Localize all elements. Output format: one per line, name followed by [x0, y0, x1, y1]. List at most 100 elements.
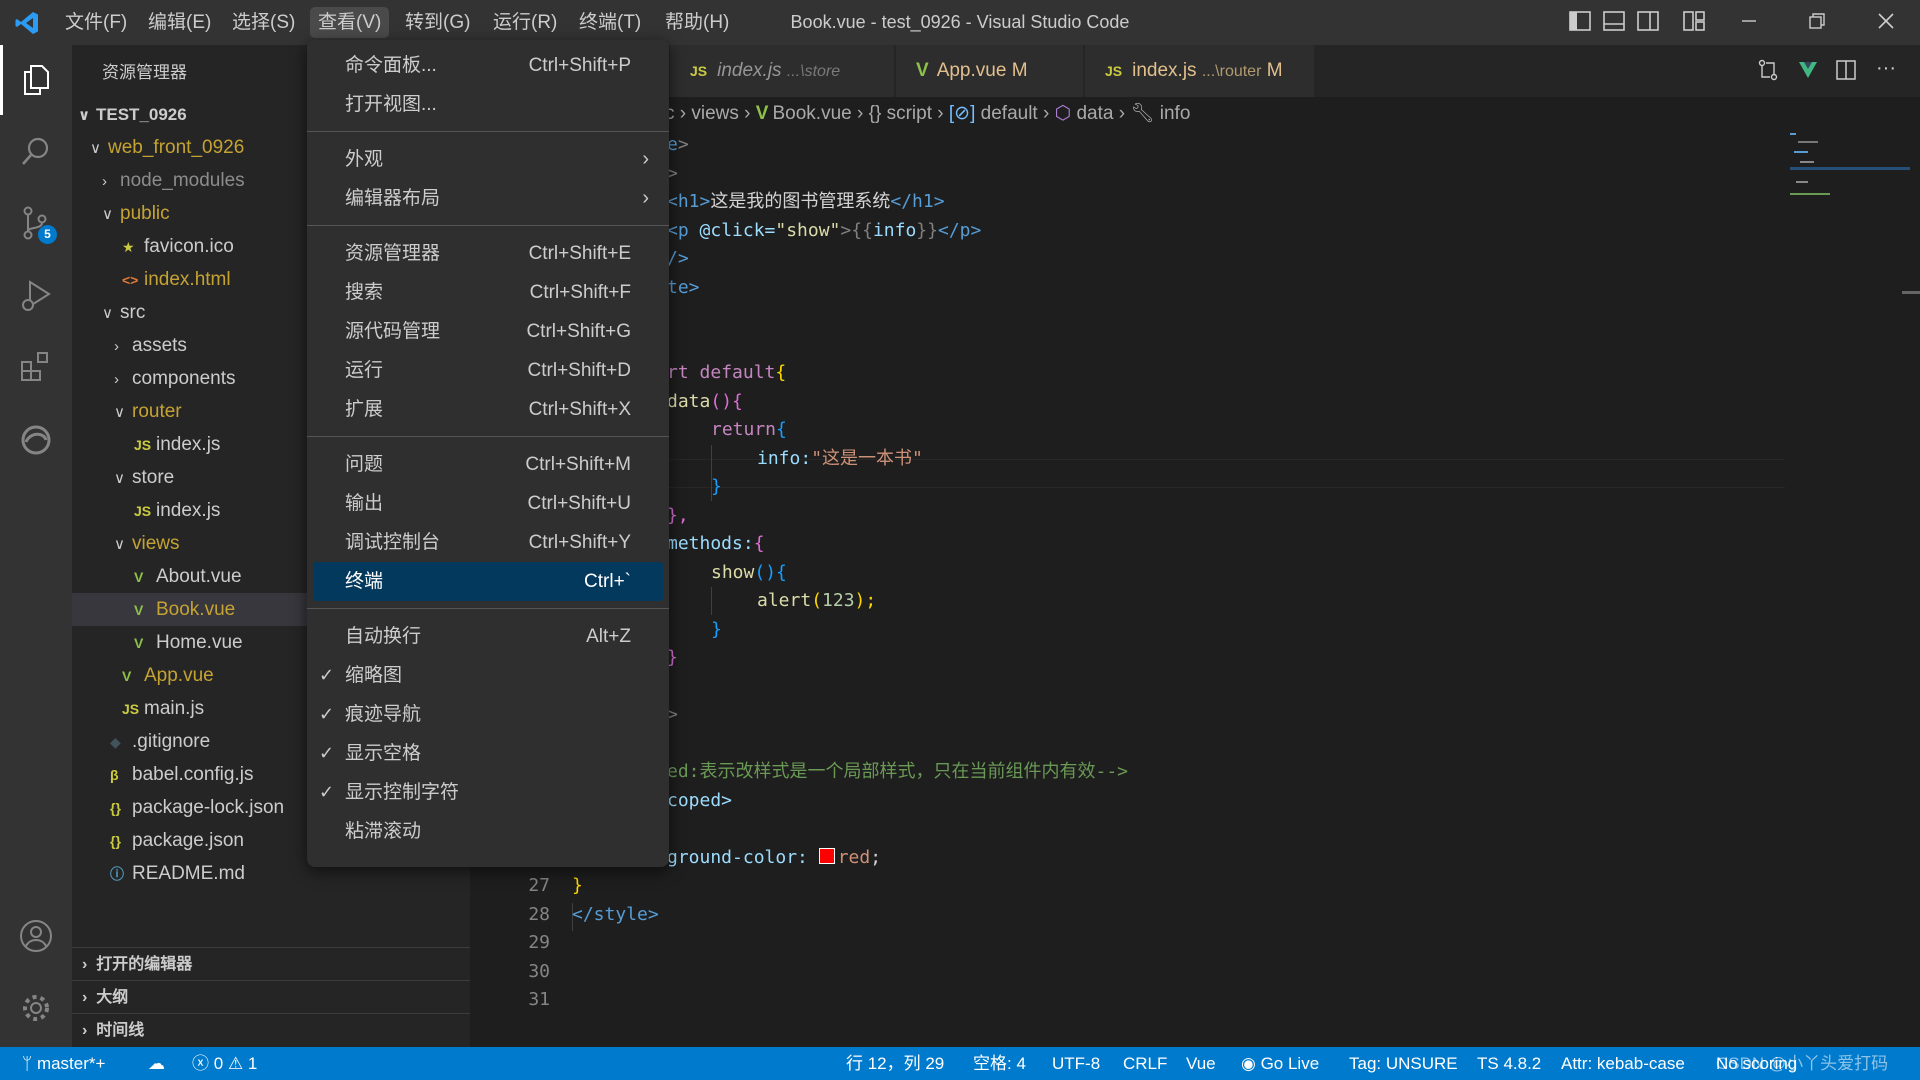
menu-item[interactable]: 终端 Ctrl+`: [313, 562, 663, 601]
menu-item-label: 缩略图: [345, 665, 403, 686]
minimize-icon[interactable]: [1737, 11, 1761, 33]
menu-item[interactable]: 调试控制台 Ctrl+Shift+Y: [313, 523, 663, 562]
menu-selection[interactable]: 选择(S): [224, 7, 303, 38]
menu-view[interactable]: 查看(V): [310, 7, 390, 38]
tab-index-js-store[interactable]: JS index.js ...\store: [670, 45, 895, 97]
more-actions-icon[interactable]: ···: [1874, 57, 1898, 79]
menu-item[interactable]: 自动换行 Alt+Z: [313, 617, 663, 656]
breadcrumb-info[interactable]: info: [1160, 103, 1191, 124]
explorer-header: 资源管理器: [102, 63, 187, 82]
code-line-14: },: [667, 504, 689, 526]
menu-item[interactable]: 资源管理器 Ctrl+Shift+E: [313, 234, 663, 273]
code-line-13: }: [711, 476, 722, 497]
breadcrumb-script[interactable]: script: [887, 103, 932, 124]
toggle-panel-icon[interactable]: [1602, 11, 1626, 33]
menu-terminal[interactable]: 终端(T): [571, 7, 649, 38]
menu-run[interactable]: 运行(R): [485, 7, 565, 38]
menu-item[interactable]: 问题 Ctrl+Shift+M: [313, 445, 663, 484]
menu-go[interactable]: 转到(G): [397, 7, 478, 38]
code-editor[interactable]: e> > <h1>这是我的图书管理系统</h1> <p @click="show…: [470, 131, 1920, 1047]
menu-item[interactable]: 扩展 Ctrl+Shift+X: [313, 390, 663, 429]
menu-item[interactable]: ✓ 显示控制字符: [313, 773, 663, 812]
menu-edit[interactable]: 编辑(E): [140, 7, 219, 38]
tag-status[interactable]: Tag: UNSURE: [1349, 1047, 1458, 1080]
html-file-icon: <>: [122, 272, 139, 288]
source-control-icon[interactable]: 5: [18, 205, 57, 244]
language-mode[interactable]: Vue: [1186, 1047, 1216, 1080]
customize-layout-icon[interactable]: [1682, 11, 1706, 33]
menu-item[interactable]: ✓ 显示空格: [313, 734, 663, 773]
tree-item-label: README.md: [132, 863, 245, 884]
menu-item[interactable]: ✓ 缩略图: [313, 656, 663, 695]
minimap[interactable]: [1790, 131, 1920, 231]
tab-index-js-router[interactable]: JS index.js ...\router M: [1085, 45, 1315, 97]
open-changes-icon[interactable]: [1756, 59, 1780, 81]
section-open-editors[interactable]: › 打开的编辑器: [72, 947, 470, 980]
modified-badge: M: [1266, 60, 1283, 81]
menu-help[interactable]: 帮助(H): [657, 7, 737, 38]
breadcrumb-file[interactable]: Book.vue: [772, 103, 851, 124]
color-swatch-red[interactable]: [818, 847, 835, 864]
attr-status[interactable]: Attr: kebab-case: [1561, 1047, 1685, 1080]
run-debug-icon[interactable]: [18, 277, 54, 313]
section-outline[interactable]: › 大纲: [72, 980, 470, 1013]
scm-badge: 5: [38, 225, 57, 244]
section-timeline[interactable]: › 时间线: [72, 1013, 470, 1046]
menu-item[interactable]: 粘滞滚动: [313, 812, 663, 851]
breadcrumb-views[interactable]: views: [691, 103, 739, 124]
breadcrumb-default[interactable]: default: [981, 103, 1038, 124]
section-label: 打开的编辑器: [96, 956, 193, 973]
menu-separator: [307, 601, 669, 617]
extensions-icon[interactable]: [18, 348, 54, 384]
menu-file[interactable]: 文件(F): [57, 7, 135, 38]
breadcrumb-data[interactable]: data: [1076, 103, 1113, 124]
ts-version[interactable]: TS 4.8.2: [1477, 1047, 1541, 1080]
tree-item-label: index.html: [144, 269, 231, 290]
menu-item-label: 显示控制字符: [345, 782, 460, 803]
error-count: 0: [213, 1054, 224, 1073]
menu-item[interactable]: 编辑器布局 ›: [313, 179, 663, 218]
close-icon[interactable]: [1874, 11, 1898, 33]
menu-item[interactable]: 源代码管理 Ctrl+Shift+G: [313, 312, 663, 351]
vue-file-icon: V: [122, 668, 132, 684]
menu-item-shortcut: Ctrl+Shift+X: [528, 399, 631, 420]
settings-gear-icon[interactable]: [18, 990, 54, 1026]
menu-item[interactable]: 运行 Ctrl+Shift+D: [313, 351, 663, 390]
menu-item[interactable]: 输出 Ctrl+Shift+U: [313, 484, 663, 523]
menu-separator: [307, 218, 669, 234]
code-line-12: info:"这是一本书": [757, 447, 923, 469]
submenu-chevron-icon: ›: [642, 187, 649, 209]
split-editor-icon[interactable]: [1834, 59, 1858, 81]
variable-icon: [⊘]: [948, 103, 976, 124]
code-line-18: }: [711, 618, 722, 640]
menu-item[interactable]: 打开视图...: [313, 85, 663, 124]
explorer-icon[interactable]: [18, 62, 54, 98]
tree-item-label: public: [120, 203, 170, 224]
problems-status[interactable]: ⓧ 0 ⚠ 1: [192, 1047, 257, 1080]
chevron-right-icon: ›: [114, 338, 119, 355]
sync-icon[interactable]: ☁: [148, 1047, 165, 1080]
menu-item[interactable]: 命令面板... Ctrl+Shift+P: [313, 46, 663, 85]
menu-item-label: 终端: [345, 571, 384, 592]
tab-app-vue[interactable]: V App.vue M: [896, 45, 1084, 97]
menu-item[interactable]: 外观 ›: [313, 140, 663, 179]
toggle-secondary-sidebar-icon[interactable]: [1636, 11, 1660, 33]
toggle-sidebar-icon[interactable]: [1568, 11, 1592, 33]
encoding[interactable]: UTF-8: [1052, 1047, 1100, 1080]
menu-item[interactable]: ✓ 痕迹导航: [313, 695, 663, 734]
account-icon[interactable]: [18, 918, 54, 954]
line-ending[interactable]: CRLF: [1123, 1047, 1167, 1080]
edge-devtools-icon[interactable]: [18, 422, 54, 458]
indentation[interactable]: 空格: 4: [973, 1047, 1026, 1080]
code-line-4: <p @click="show">{{info}}</p>: [667, 219, 982, 241]
activity-bar: 5: [0, 45, 72, 1047]
restore-icon[interactable]: [1805, 11, 1829, 33]
scrollbar-thumb[interactable]: [1902, 291, 1920, 294]
search-icon[interactable]: [18, 134, 54, 170]
cursor-position[interactable]: 行 12，列 29: [846, 1047, 944, 1080]
vue-preview-icon[interactable]: [1796, 59, 1820, 81]
menu-item[interactable]: 搜索 Ctrl+Shift+F: [313, 273, 663, 312]
branch-status[interactable]: ᛘ master*+: [22, 1047, 105, 1080]
tree-item-label: assets: [132, 335, 187, 356]
go-live-button[interactable]: ◉ Go Live: [1241, 1047, 1319, 1080]
